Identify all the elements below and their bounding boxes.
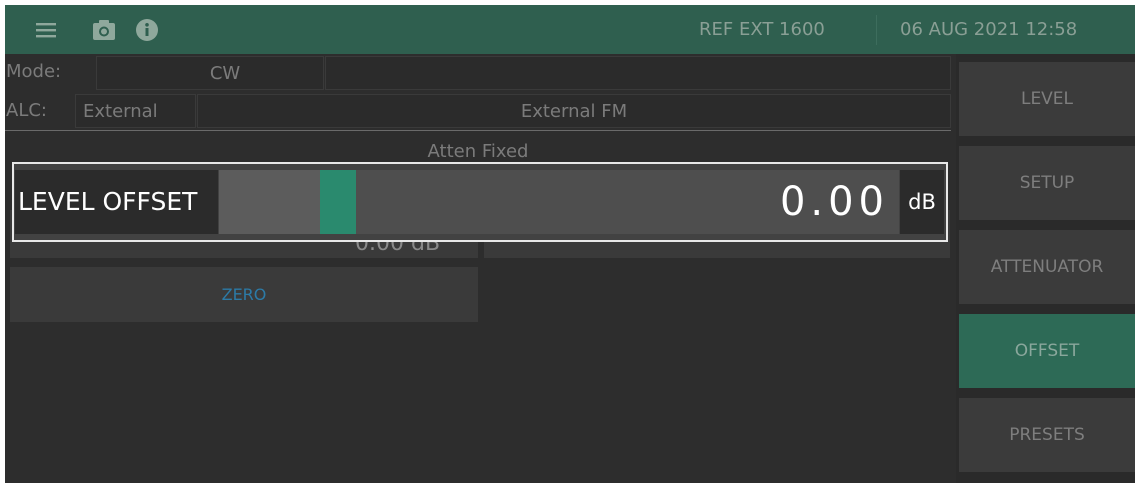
header-bar: REF EXT 1600 06 AUG 2021 12:58 — [5, 5, 1135, 54]
reference-status: REF EXT 1600 — [699, 19, 825, 40]
status-divider — [5, 130, 951, 131]
hamburger-menu-icon[interactable] — [33, 5, 59, 54]
entry-value[interactable]: 0.00 — [780, 170, 889, 234]
sidebar-item-offset[interactable]: OFFSET — [959, 314, 1135, 388]
camera-icon[interactable] — [90, 5, 118, 54]
atten-value: Atten Fixed — [427, 141, 529, 162]
mode-label: Mode: — [6, 61, 62, 82]
entry-label: LEVEL OFFSET — [15, 170, 218, 234]
sidebar-item-level[interactable]: LEVEL — [959, 62, 1135, 136]
alc-value: External — [75, 94, 196, 128]
info-icon[interactable] — [133, 5, 161, 54]
zero-button[interactable]: ZERO — [10, 267, 478, 322]
fm-value: External FM — [197, 94, 951, 128]
entry-unit[interactable]: dB — [900, 170, 944, 234]
instrument-screen: REF EXT 1600 06 AUG 2021 12:58 Mode: CW … — [5, 5, 1135, 483]
sidebar-item-setup[interactable]: SETUP — [959, 146, 1135, 220]
offset-slider-thumb[interactable] — [320, 170, 356, 234]
mode-value: CW — [96, 56, 324, 90]
alc-label: ALC: — [6, 100, 47, 121]
level-offset-entry[interactable]: LEVEL OFFSET 0.00 dB — [12, 162, 948, 242]
datetime-status: 06 AUG 2021 12:58 — [900, 19, 1078, 40]
sidebar: LEVEL SETUP ATTENUATOR OFFSET PRESETS — [956, 54, 1135, 483]
mode-extra-cell — [325, 56, 951, 90]
sidebar-item-presets[interactable]: PRESETS — [959, 398, 1135, 472]
header-divider — [876, 15, 877, 45]
offset-slider-fill — [219, 170, 320, 234]
sidebar-item-attenuator[interactable]: ATTENUATOR — [959, 230, 1135, 304]
